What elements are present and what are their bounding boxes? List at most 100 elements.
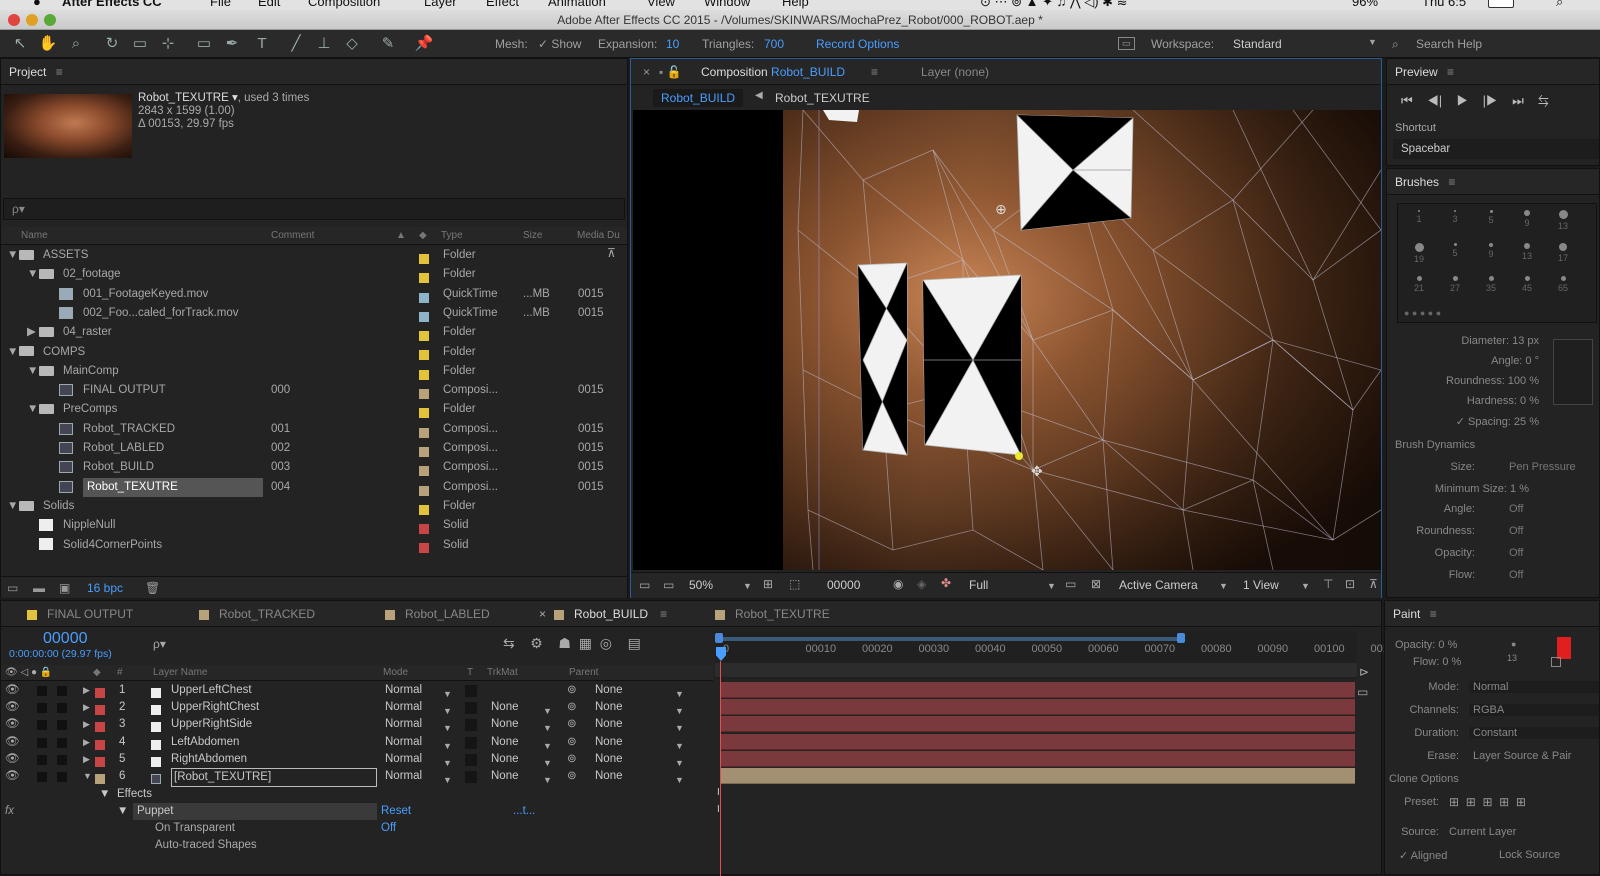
time-ruler[interactable]: 0 00010 00020 00030 00040 00050 00060 00070 0008… (715, 631, 1394, 679)
frame-blend-icon[interactable]: ▦ (579, 635, 592, 651)
effects-group-row[interactable]: ▼ Effects (1, 786, 711, 803)
project-item-row[interactable]: 001_FootageKeyed.mov QuickTime ...MB 0015 (1, 285, 627, 304)
lock-switch[interactable] (57, 772, 67, 782)
layer-label-swatch[interactable] (95, 687, 105, 698)
layer-name[interactable]: LeftAbdomen (171, 734, 239, 751)
col-parent[interactable]: Parent (569, 664, 598, 682)
layer-parent-select[interactable]: None (595, 768, 623, 785)
pen-tool-icon[interactable]: ✒ (222, 34, 242, 54)
label-color-swatch[interactable] (419, 253, 429, 264)
dyn-angle-select[interactable]: Off (1509, 503, 1523, 515)
triangles-value[interactable]: 700 (764, 37, 784, 51)
label-color-swatch[interactable] (419, 408, 429, 419)
layer-row[interactable]: 👁 ▶ 5 RightAbdomen Normal ▼ None ▼ ⊚ None ▼ (1, 751, 711, 768)
interpret-footage-icon[interactable]: ▭ (7, 581, 18, 595)
composition-viewer[interactable]: ⊕ ✥ (633, 110, 1381, 570)
work-area-start-handle[interactable] (715, 633, 723, 643)
brush-spacing-checkbox[interactable]: ✓ Spacing: 25 % (1456, 415, 1539, 428)
trash-icon[interactable]: 🗑 (145, 581, 160, 595)
comp-timecode[interactable]: 00000 (827, 578, 860, 592)
menu-composition[interactable]: Composition (308, 0, 380, 9)
layer-parent-select[interactable]: None (595, 699, 623, 716)
toggle-pixel-icon[interactable]: ⊤ (1323, 577, 1333, 591)
twirl-icon[interactable]: ▼ (27, 362, 38, 381)
layer-row[interactable]: 👁 ▶ 4 LeftAbdomen Normal ▼ None ▼ ⊚ None ▼ (1, 734, 711, 751)
new-folder-icon[interactable]: ▬ (33, 581, 45, 595)
layer-mode-select[interactable]: Normal (385, 734, 422, 751)
layer-parent-select[interactable]: None (595, 682, 623, 699)
layer-parent-select[interactable]: None (595, 751, 623, 768)
layer-duration-bar[interactable] (721, 699, 1355, 716)
project-item-row[interactable]: ▼ COMPS Folder (1, 343, 627, 362)
label-color-swatch[interactable] (419, 427, 429, 438)
mesh-show-checkbox[interactable]: ✓ Show (538, 37, 581, 51)
rotate-tool-icon[interactable]: ↻ (102, 34, 122, 54)
layer-row[interactable]: 👁 ▶ 1 UpperLeftChest Normal ▼ ⊚ None ▼ (1, 682, 711, 699)
solo-switch[interactable] (37, 720, 47, 731)
next-frame-icon[interactable]: |▶ (1483, 93, 1498, 108)
brush-tip[interactable]: 13 (1548, 210, 1578, 231)
layer-twirl-icon[interactable]: ▶ (83, 682, 90, 699)
always-preview-icon[interactable]: ▭ (639, 578, 650, 592)
eraser-tool-icon[interactable]: ◇ (342, 34, 362, 54)
close-tab-icon[interactable]: × (539, 607, 546, 621)
pick-whip-icon[interactable]: ⊚ (567, 699, 577, 716)
clone-stamp-tool-icon[interactable]: ⊥ (314, 34, 334, 54)
twirl-icon[interactable]: ▼ (27, 400, 38, 419)
layer-twirl-icon[interactable]: ▼ (83, 768, 92, 785)
rectangle-tool-icon[interactable]: ▭ (194, 34, 214, 54)
menu-view[interactable]: View (647, 0, 675, 9)
lock-source-checkbox[interactable]: Lock Source (1499, 849, 1560, 861)
brush-tool-icon[interactable]: ╱ (286, 34, 306, 54)
layer-label-swatch[interactable] (95, 773, 105, 784)
project-item-row[interactable]: Robot_LABLED 002 Composi... 0015 (1, 439, 627, 458)
col-layer-name[interactable]: Layer Name (153, 664, 207, 682)
layer-row[interactable]: 👁 ▶ 2 UpperRightChest Normal ▼ None ▼ ⊚ None ▼ (1, 699, 711, 716)
layer-label-swatch[interactable] (95, 705, 105, 716)
effects-twirl-icon[interactable]: ▼ (99, 786, 110, 803)
tab-menu-icon[interactable]: ≡ (660, 607, 667, 621)
timeline-search-input[interactable]: ρ▾ (153, 637, 166, 651)
keyframe-marker-2[interactable]: I (717, 804, 720, 815)
timeline-tab[interactable]: Robot_LABLED (385, 601, 490, 627)
label-color-swatch[interactable] (419, 504, 429, 515)
solo-switch[interactable] (37, 772, 47, 782)
layer-trkmat-select[interactable]: None (491, 699, 519, 716)
workspace-icon[interactable]: ▭ (1118, 37, 1135, 50)
visibility-eye-icon[interactable]: 👁 (5, 751, 20, 768)
layer-trkmat-select[interactable]: None (491, 716, 519, 733)
zoom-tool-icon[interactable]: ⌕ (66, 34, 86, 54)
loop-icon[interactable]: ⇆ (1538, 93, 1548, 108)
menu-app-name[interactable]: After Effects CC (62, 0, 162, 9)
pick-whip-icon[interactable]: ⊚ (567, 751, 577, 768)
layer-row[interactable]: 👁 ▼ 6 [Robot_TEXUTRE] Normal ▼ None ▼ ⊚ None ▼ (1, 768, 711, 787)
brushes-menu-icon[interactable]: ≡ (1448, 175, 1455, 189)
views-select[interactable]: 1 View (1243, 578, 1279, 592)
visibility-eye-icon[interactable]: 👁 (5, 716, 20, 733)
layer-twirl-icon[interactable]: ▶ (83, 699, 90, 716)
selection-tool-icon[interactable]: ↖ (10, 34, 30, 54)
puppet-pin-tool-icon[interactable]: 📌 (414, 34, 434, 54)
label-color-swatch[interactable] (419, 543, 429, 554)
work-area-end-handle[interactable] (1177, 633, 1185, 643)
brush-tip[interactable]: 5 (1440, 243, 1470, 258)
motion-blur-icon[interactable]: ◎ (600, 635, 612, 651)
crumb-robot-texutre[interactable]: Robot_TEXUTRE (775, 91, 870, 105)
timeline-tab[interactable]: Robot_TEXUTRE (715, 601, 830, 627)
camera-select[interactable]: Active Camera (1119, 578, 1198, 592)
project-item-row[interactable]: FINAL OUTPUT 000 Composi... 0015 (1, 381, 627, 400)
source-select[interactable]: Current Layer (1449, 826, 1516, 838)
solo-switch[interactable] (37, 686, 47, 696)
project-item-row[interactable]: Solid4CornerPoints Solid (1, 536, 627, 555)
duration-select[interactable]: Constant (1469, 727, 1599, 739)
layer-name[interactable]: RightAbdomen (171, 751, 247, 768)
resolution-grid-icon[interactable]: ⊞ (763, 577, 773, 591)
project-item-row[interactable]: Robot_TEXUTRE 004 Composi... 0015 (1, 477, 627, 497)
graph-editor-icon[interactable]: ▤ (628, 635, 641, 651)
project-item-row[interactable]: ▼ PreComps Folder (1, 400, 627, 419)
brush-angle[interactable]: Angle: 0 ° (1491, 355, 1539, 367)
workspace-dropdown-icon[interactable]: ▼ (1368, 37, 1377, 47)
label-color-swatch[interactable] (419, 292, 429, 303)
visibility-eye-icon[interactable]: 👁 (5, 682, 20, 699)
notification-icon[interactable] (1488, 0, 1514, 8)
